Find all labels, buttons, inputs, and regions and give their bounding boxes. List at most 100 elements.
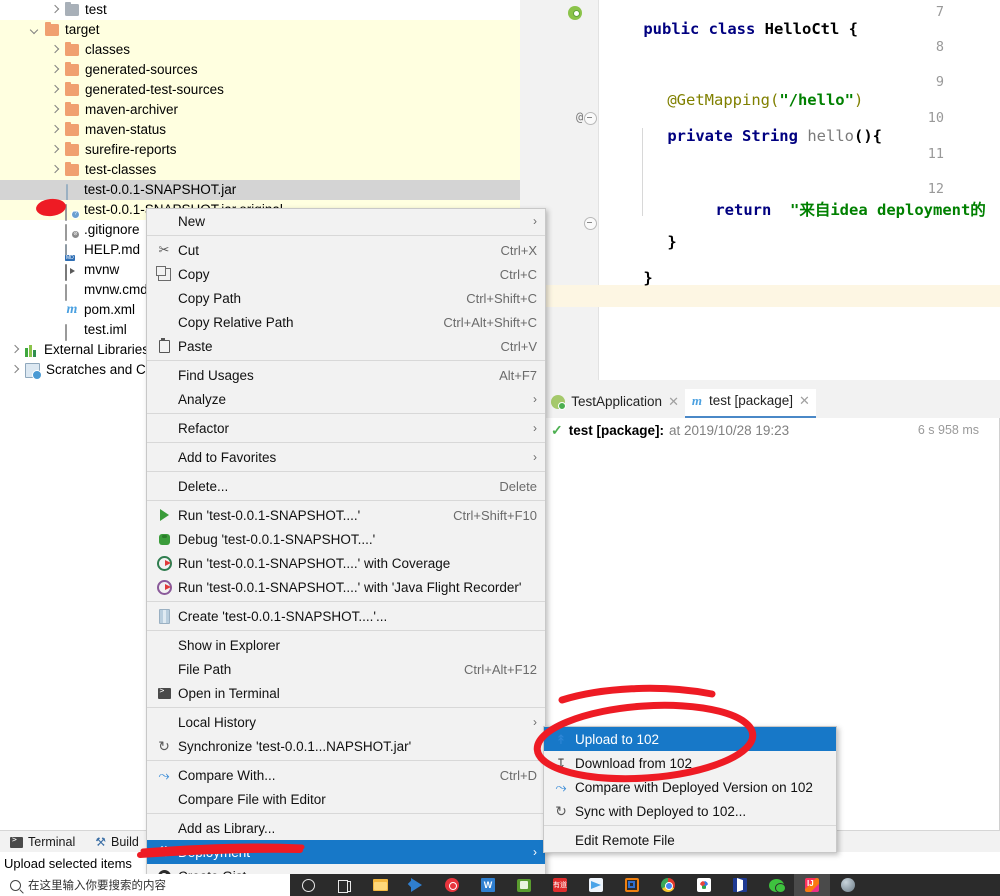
snail-browser-icon[interactable]: [434, 874, 470, 896]
intellij-idea-icon[interactable]: [794, 874, 830, 896]
vscode-icon[interactable]: [398, 874, 434, 896]
chevron-down-icon[interactable]: [30, 25, 41, 36]
menu-item-create-test-0-0-1-snapshot[interactable]: Create 'test-0.0.1-SNAPSHOT....'...: [147, 604, 545, 628]
menu-item-shortcut: Ctrl+Shift+C: [466, 290, 537, 306]
menu-item-analyze[interactable]: Analyze ›: [147, 387, 545, 411]
chevron-right-icon[interactable]: [50, 125, 61, 136]
close-icon[interactable]: ✕: [799, 393, 810, 409]
tree-item-test-0-0-1-snapshot-jar[interactable]: test-0.0.1-SNAPSHOT.jar: [0, 180, 520, 201]
chevron-right-icon[interactable]: [50, 105, 61, 116]
chevron-right-icon[interactable]: [50, 5, 61, 16]
chevron-right-icon[interactable]: [10, 365, 21, 376]
menu-item-compare-with[interactable]: ⤳ Compare With... Ctrl+D: [147, 763, 545, 787]
chevron-right-icon[interactable]: [50, 85, 61, 96]
taskbar-icons[interactable]: W 有道: [290, 874, 866, 896]
tab-test-package[interactable]: m test [package] ✕: [684, 388, 816, 418]
menu-item-synchronize-test-0-0-1-napshot-jar[interactable]: ↻ Synchronize 'test-0.0.1...NAPSHOT.jar': [147, 734, 545, 758]
tree-item-target[interactable]: target: [0, 20, 520, 40]
menu-item-label: Upload to 102: [575, 731, 660, 747]
fold-collapse-icon-2[interactable]: [584, 217, 597, 230]
spring-bean-icon[interactable]: [568, 6, 582, 20]
menu-item-delete[interactable]: Delete... Delete: [147, 474, 545, 498]
menu-separator: [147, 500, 545, 501]
menu-item-sync-with-deployed-to-102[interactable]: ↻ Sync with Deployed to 102...: [544, 799, 836, 823]
menu-item-copy[interactable]: Copy Ctrl+C: [147, 262, 545, 286]
tab-testapplication[interactable]: TestApplication ✕: [545, 390, 685, 417]
menu-item-debug-test-0-0-1-snapshot[interactable]: Debug 'test-0.0.1-SNAPSHOT....': [147, 527, 545, 551]
tree-item-generated-test-sources[interactable]: generated-test-sources: [0, 80, 520, 100]
task-view-icon[interactable]: [326, 874, 362, 896]
tree-item-label: target: [65, 22, 100, 37]
menu-item-run-test-0-0-1-snapshot[interactable]: Run 'test-0.0.1-SNAPSHOT....' Ctrl+Shift+…: [147, 503, 545, 527]
orange-app-icon[interactable]: [614, 874, 650, 896]
code-editor[interactable]: 7 8 9 10 @ 11 12 public class HelloCtl {…: [520, 0, 1000, 380]
green-app-icon[interactable]: [506, 874, 542, 896]
file-context-menu[interactable]: New › ✂ Cut Ctrl+X Copy Ctrl+C Copy Path Ctrl+Sh…: [146, 208, 546, 889]
chevron-right-icon[interactable]: [50, 145, 61, 156]
line-number: 10: [927, 110, 944, 126]
menu-item-edit-remote-file[interactable]: Edit Remote File: [544, 828, 836, 852]
scratch-icon: [25, 362, 42, 380]
close-brace-method: }: [667, 233, 677, 251]
status-build-button[interactable]: ⚒ Build: [85, 835, 149, 849]
tree-item-maven-status[interactable]: maven-status: [0, 120, 520, 140]
tree-item-classes[interactable]: classes: [0, 40, 520, 60]
menu-item-run-test-0-0-1-snapshot-with-java-flight-recorder[interactable]: Run 'test-0.0.1-SNAPSHOT....' with 'Java…: [147, 575, 545, 599]
menu-item-add-to-favorites[interactable]: Add to Favorites ›: [147, 445, 545, 469]
windows-search-box[interactable]: 在这里输入你要搜索的内容: [0, 874, 290, 896]
chevron-right-icon[interactable]: [50, 65, 61, 76]
maven-icon: m: [691, 392, 703, 408]
test-result-row[interactable]: ✓ test [package]: at 2019/10/28 19:23 6 …: [543, 418, 1000, 442]
menu-item-paste[interactable]: Paste Ctrl+V: [147, 334, 545, 358]
windows-taskbar[interactable]: 在这里输入你要搜索的内容 W 有道: [0, 874, 1000, 896]
menu-item-show-in-explorer[interactable]: Show in Explorer: [147, 633, 545, 657]
menu-item-label: Compare With...: [178, 767, 276, 783]
debug-icon: [155, 533, 173, 545]
file-explorer-icon[interactable]: [362, 874, 398, 896]
status-item-label: Build: [111, 835, 139, 849]
menu-item-download-from-102[interactable]: ↧ Download from 102: [544, 751, 836, 775]
menu-item-copy-relative-path[interactable]: Copy Relative Path Ctrl+Alt+Shift+C: [147, 310, 545, 334]
menu-item-deployment[interactable]: ⇅ Deployment ›: [147, 840, 545, 864]
deployment-submenu[interactable]: ↟ Upload to 102 ↧ Download from 102 ⤳ Compare…: [543, 726, 837, 853]
status-terminal-button[interactable]: Terminal: [0, 835, 85, 849]
globe-app-icon[interactable]: [830, 874, 866, 896]
wechat-icon[interactable]: [758, 874, 794, 896]
tool-window-tabs[interactable]: n: TestApplication ✕ m test [package] ✕: [520, 388, 816, 418]
tree-item-maven-archiver[interactable]: maven-archiver: [0, 100, 520, 120]
baidu-netdisk-icon[interactable]: [686, 874, 722, 896]
foxmail-icon[interactable]: [578, 874, 614, 896]
chevron-right-icon[interactable]: [10, 345, 21, 356]
menu-item-file-path[interactable]: File Path Ctrl+Alt+F12: [147, 657, 545, 681]
kmplayer-icon[interactable]: [722, 874, 758, 896]
chevron-right-icon: ›: [533, 715, 537, 729]
menu-item-refactor[interactable]: Refactor ›: [147, 416, 545, 440]
wps-icon[interactable]: W: [470, 874, 506, 896]
chevron-right-icon[interactable]: [50, 165, 61, 176]
tree-item-generated-sources[interactable]: generated-sources: [0, 60, 520, 80]
menu-item-local-history[interactable]: Local History ›: [147, 710, 545, 734]
menu-item-new[interactable]: New ›: [147, 209, 545, 233]
menu-item-shortcut: Ctrl+C: [499, 266, 537, 282]
fold-collapse-icon[interactable]: [584, 112, 597, 125]
menu-item-cut[interactable]: ✂ Cut Ctrl+X: [147, 238, 545, 262]
menu-item-label: Show in Explorer: [178, 637, 281, 653]
tree-item-test-classes[interactable]: test-classes: [0, 160, 520, 180]
menu-item-find-usages[interactable]: Find Usages Alt+F7: [147, 363, 545, 387]
tree-item-surefire-reports[interactable]: surefire-reports: [0, 140, 520, 160]
menu-item-run-test-0-0-1-snapshot-with-coverage[interactable]: Run 'test-0.0.1-SNAPSHOT....' with Cover…: [147, 551, 545, 575]
menu-item-open-in-terminal[interactable]: Open in Terminal: [147, 681, 545, 705]
youdao-icon[interactable]: 有道: [542, 874, 578, 896]
sync-icon: ↻: [158, 738, 170, 754]
chevron-right-icon[interactable]: [50, 45, 61, 56]
menu-item-upload-to-102[interactable]: ↟ Upload to 102: [544, 727, 836, 751]
cortana-icon[interactable]: [290, 874, 326, 896]
menu-item-compare-with-deployed-version-on-102[interactable]: ⤳ Compare with Deployed Version on 102: [544, 775, 836, 799]
menu-item-copy-path[interactable]: Copy Path Ctrl+Shift+C: [147, 286, 545, 310]
menu-item-add-as-library[interactable]: Add as Library...: [147, 816, 545, 840]
chrome-icon[interactable]: [650, 874, 686, 896]
tree-item-test[interactable]: test: [0, 0, 520, 20]
menu-item-compare-file-with-editor[interactable]: Compare File with Editor: [147, 787, 545, 811]
close-icon[interactable]: ✕: [668, 394, 679, 410]
